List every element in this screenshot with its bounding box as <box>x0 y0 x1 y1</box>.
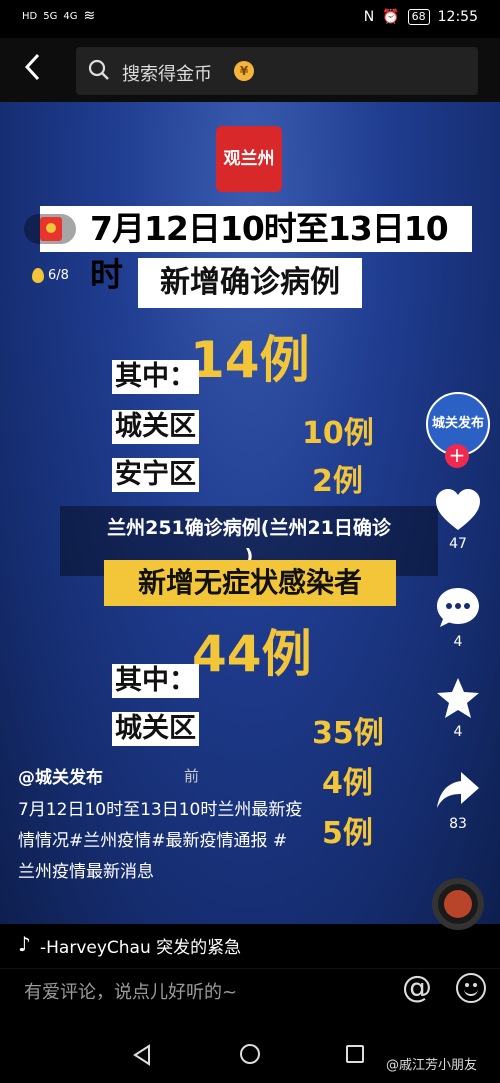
status-bar: HD 5G 4G ≋ N ⏰ 68 12:55 <box>0 0 500 38</box>
section2-sub: 其中： <box>112 664 199 698</box>
section2-district-0: 城关区 <box>112 712 199 746</box>
section2-title: 新增无症状感染者 <box>104 560 396 606</box>
emoji-eye-left <box>465 983 469 987</box>
section1-district-0: 城关区 <box>112 410 199 444</box>
comment-input[interactable]: 有爱评论，说点儿好听的~ <box>24 978 237 1004</box>
nav-recents-button[interactable] <box>346 1045 364 1063</box>
section2-count-0: 35例 <box>312 716 384 751</box>
mention-button[interactable]: @ <box>400 971 434 1005</box>
share-count: 83 <box>449 816 467 832</box>
section1-title: 新增确诊病例 <box>138 258 362 308</box>
egg-icon <box>32 268 44 283</box>
back-arrow-icon <box>24 53 40 81</box>
task-progress-text: 6/8 <box>48 268 69 283</box>
like-count: 47 <box>449 536 467 552</box>
like-button[interactable]: 47 <box>430 488 486 552</box>
comment-button[interactable]: 4 <box>430 586 486 650</box>
wifi-icon: ≋ <box>83 8 96 24</box>
search-input[interactable]: 搜索得金币 ¥ <box>76 47 478 95</box>
task-progress: 6/8 <box>32 268 69 283</box>
date-range-banner: 7月12日10时至13日10时 <box>40 206 472 294</box>
network-indicators: HD 5G 4G ≋ <box>22 8 95 24</box>
section1-count-0: 10例 <box>302 416 374 451</box>
author-handle[interactable]: @城关发布 <box>18 763 103 788</box>
music-row[interactable]: ♪ -HarveyChau 突发的紧急 <box>0 924 500 968</box>
section1-sub: 其中： <box>112 360 199 394</box>
clock: 12:55 <box>437 9 478 25</box>
red-envelope-seal <box>46 223 56 233</box>
comment-count: 4 <box>453 634 463 650</box>
signal-4g-indicator: 4G <box>63 10 78 22</box>
share-button[interactable]: 83 <box>430 768 486 832</box>
emoji-eye-right <box>473 983 477 987</box>
video-title-line1: 兰州251确诊病例(兰州21日确诊 <box>107 517 391 539</box>
alarm-icon: ⏰ <box>382 9 400 25</box>
coin-icon: ¥ <box>234 61 254 81</box>
search-placeholder: 搜索得金币 <box>122 64 212 85</box>
red-packet-button[interactable] <box>24 214 76 244</box>
post-time: 前 <box>184 767 200 785</box>
search-header: 搜索得金币 ¥ <box>0 38 500 102</box>
favorite-button[interactable]: 4 <box>430 676 486 740</box>
comment-icon <box>437 588 479 627</box>
nav-back-icon[interactable] <box>132 1044 152 1066</box>
signal-5g-indicator: 5G <box>43 10 58 22</box>
battery-indicator: 68 <box>407 9 430 25</box>
favorite-count: 4 <box>453 724 463 740</box>
video-player[interactable]: 观兰州 7月12日10时至13日10时 6/8 新增确诊病例 14例 其中： 城… <box>0 102 500 924</box>
status-right: N ⏰ 68 12:55 <box>364 9 478 25</box>
music-title: -HarveyChau 突发的紧急 <box>40 938 242 958</box>
section1-district-1: 安宁区 <box>112 458 199 492</box>
comment-bar: 有爱评论，说点儿好听的~ @ <box>0 968 500 1024</box>
disc-cover <box>444 890 472 918</box>
nav-home-button[interactable] <box>240 1044 260 1064</box>
video-caption[interactable]: 7月12日10时至13日10时兰州最新疫 情情况#兰州疫情#最新疫情通报 # 兰… <box>18 795 363 888</box>
search-icon <box>88 59 109 80</box>
back-button[interactable] <box>22 52 52 88</box>
nfc-icon: N <box>363 9 375 25</box>
caption-line1: 7月12日10时至13日10时兰州最新疫 <box>18 800 303 820</box>
share-icon <box>437 772 479 808</box>
emoji-mouth <box>464 989 478 996</box>
system-nav-bar: @戚江芳小朋友 <box>0 1024 500 1083</box>
caption-line2: 情情况#兰州疫情#最新疫情通报 # <box>18 831 288 851</box>
follow-button[interactable]: + <box>445 444 469 468</box>
hd-indicator: HD <box>22 10 38 22</box>
music-note-icon: ♪ <box>18 932 31 956</box>
watermark: @戚江芳小朋友 <box>386 1058 478 1073</box>
star-icon <box>437 678 479 718</box>
channel-logo: 观兰州 <box>216 126 282 192</box>
caption-line3: 兰州疫情最新消息 <box>18 862 154 882</box>
emoji-button[interactable] <box>456 973 486 1003</box>
section1-total: 14例 <box>190 331 310 389</box>
section2-total: 44例 <box>192 625 312 683</box>
heart-icon <box>436 489 480 530</box>
section1-count-1: 2例 <box>312 464 363 499</box>
music-disc-button[interactable] <box>432 878 484 930</box>
